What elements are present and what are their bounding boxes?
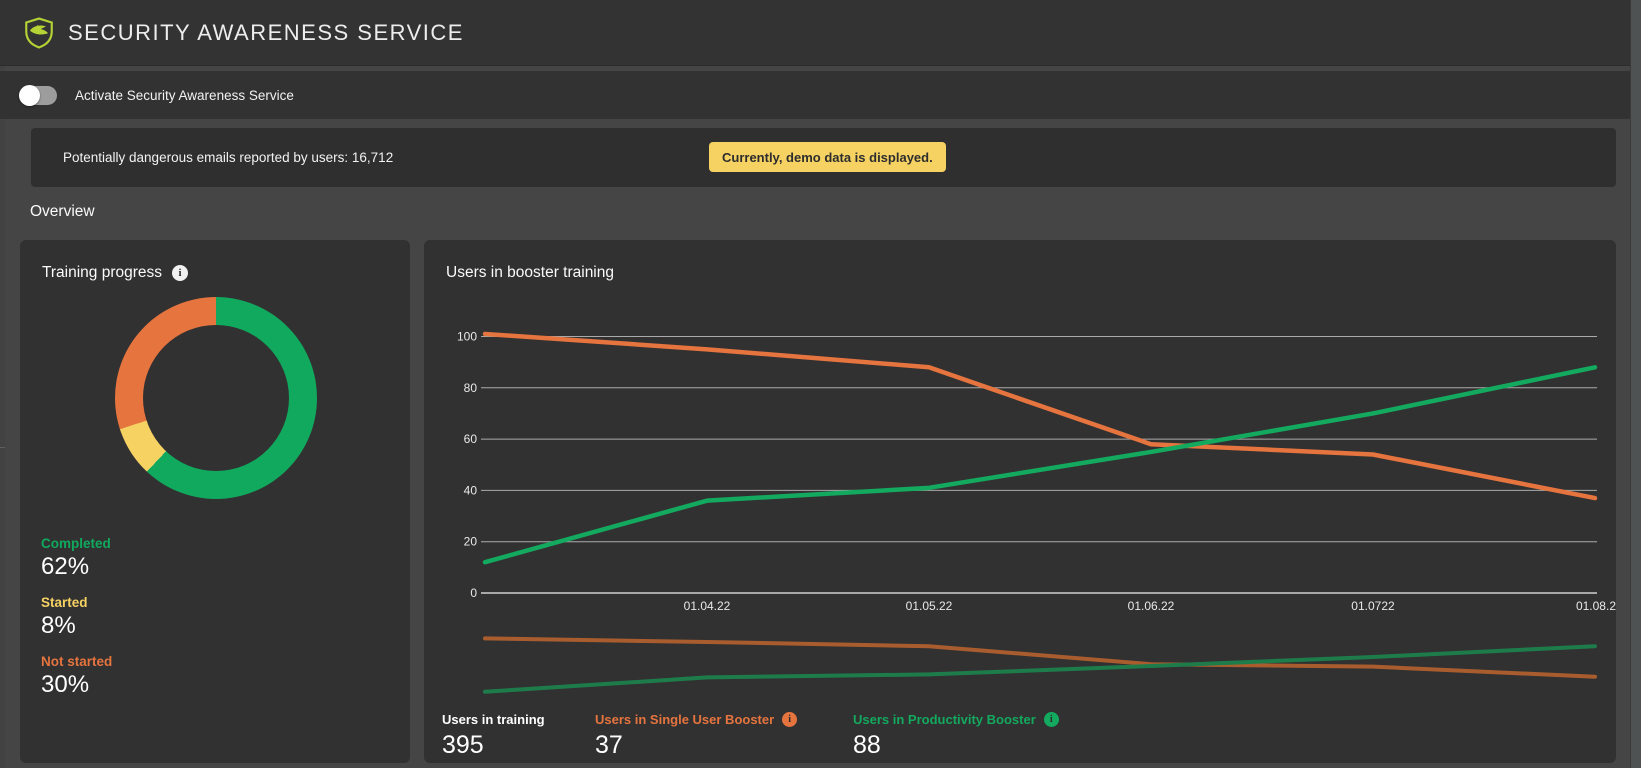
overview-section-title: Overview [30, 203, 95, 220]
stat-label-productivity-booster: Users in Productivity Booster [853, 712, 1036, 727]
reported-emails-bar: Potentially dangerous emails reported by… [31, 128, 1616, 187]
side-panel-divider [0, 447, 5, 448]
collapsed-side-panel-edge[interactable] [0, 66, 5, 768]
svg-text:80: 80 [464, 381, 478, 395]
single-user-booster-info-icon[interactable]: i [782, 712, 798, 727]
svg-text:01.04.22: 01.04.22 [684, 599, 731, 613]
stat-single-user-booster: Users in Single User Booster i 37 [595, 712, 798, 760]
legend-item-completed: Completed 62% [41, 535, 112, 581]
svg-text:20: 20 [464, 535, 478, 549]
toggle-knob [19, 84, 40, 106]
activation-bar: Activate Security Awareness Service [0, 71, 1630, 119]
stat-users-in-training: Users in training 395 [442, 712, 545, 760]
booster-training-card: Users in booster training 0 20 40 60 80 100 01… [424, 240, 1616, 763]
legend-label-completed: Completed [41, 536, 111, 551]
page-title: SECURITY AWARENESS SERVICE [68, 19, 464, 45]
svg-text:01.08.2: 01.08.2 [1576, 599, 1616, 613]
legend-item-not-started: Not started 30% [41, 653, 112, 699]
svg-text:01.06.22: 01.06.22 [1128, 599, 1175, 613]
training-progress-legend: Completed 62% Started 8% Not started 30% [41, 535, 112, 712]
legend-label-started: Started [41, 595, 88, 610]
legend-value-started: 8% [41, 612, 76, 639]
legend-label-not-started: Not started [41, 654, 113, 669]
legend-value-completed: 62% [41, 553, 90, 580]
stat-label-single-user-booster: Users in Single User Booster [595, 712, 775, 727]
stat-value-users-in-training: 395 [442, 731, 484, 759]
stat-value-single-user-booster: 37 [595, 731, 623, 759]
app-header: SECURITY AWARENESS SERVICE [0, 0, 1630, 66]
stat-label-users-in-training: Users in training [442, 712, 545, 727]
booster-stats-row: Users in training 395 Users in Single Us… [424, 712, 1616, 763]
activate-service-label: Activate Security Awareness Service [75, 87, 294, 103]
svg-text:40: 40 [464, 483, 478, 497]
svg-text:01.0722: 01.0722 [1351, 599, 1395, 613]
legend-value-not-started: 30% [41, 671, 90, 698]
svg-text:01.05.22: 01.05.22 [906, 599, 953, 613]
demo-data-badge: Currently, demo data is displayed. [709, 142, 946, 172]
training-progress-card: Training progress i Completed 62% Starte… [20, 240, 410, 763]
reported-emails-text: Potentially dangerous emails reported by… [63, 150, 394, 165]
productivity-booster-info-icon[interactable]: i [1043, 712, 1059, 727]
stat-value-productivity-booster: 88 [853, 731, 881, 759]
booster-line-chart[interactable]: 0 20 40 60 80 100 01.04.22 01.05.22 01.06.22 01.0… [424, 300, 1616, 710]
training-progress-info-icon[interactable]: i [172, 265, 189, 281]
booster-training-title: Users in booster training [446, 264, 614, 281]
svg-text:0: 0 [470, 586, 477, 600]
shield-bird-logo-icon [22, 16, 56, 50]
svg-text:100: 100 [457, 330, 477, 344]
activate-service-toggle[interactable] [19, 84, 57, 106]
donut-hole [143, 325, 289, 471]
stat-productivity-booster: Users in Productivity Booster i 88 [853, 712, 1059, 760]
legend-item-started: Started 8% [41, 594, 112, 640]
svg-text:60: 60 [464, 432, 478, 446]
training-progress-donut-chart[interactable] [115, 297, 317, 499]
scrollbar-track[interactable] [1630, 0, 1641, 768]
training-progress-title: Training progress [42, 264, 163, 281]
